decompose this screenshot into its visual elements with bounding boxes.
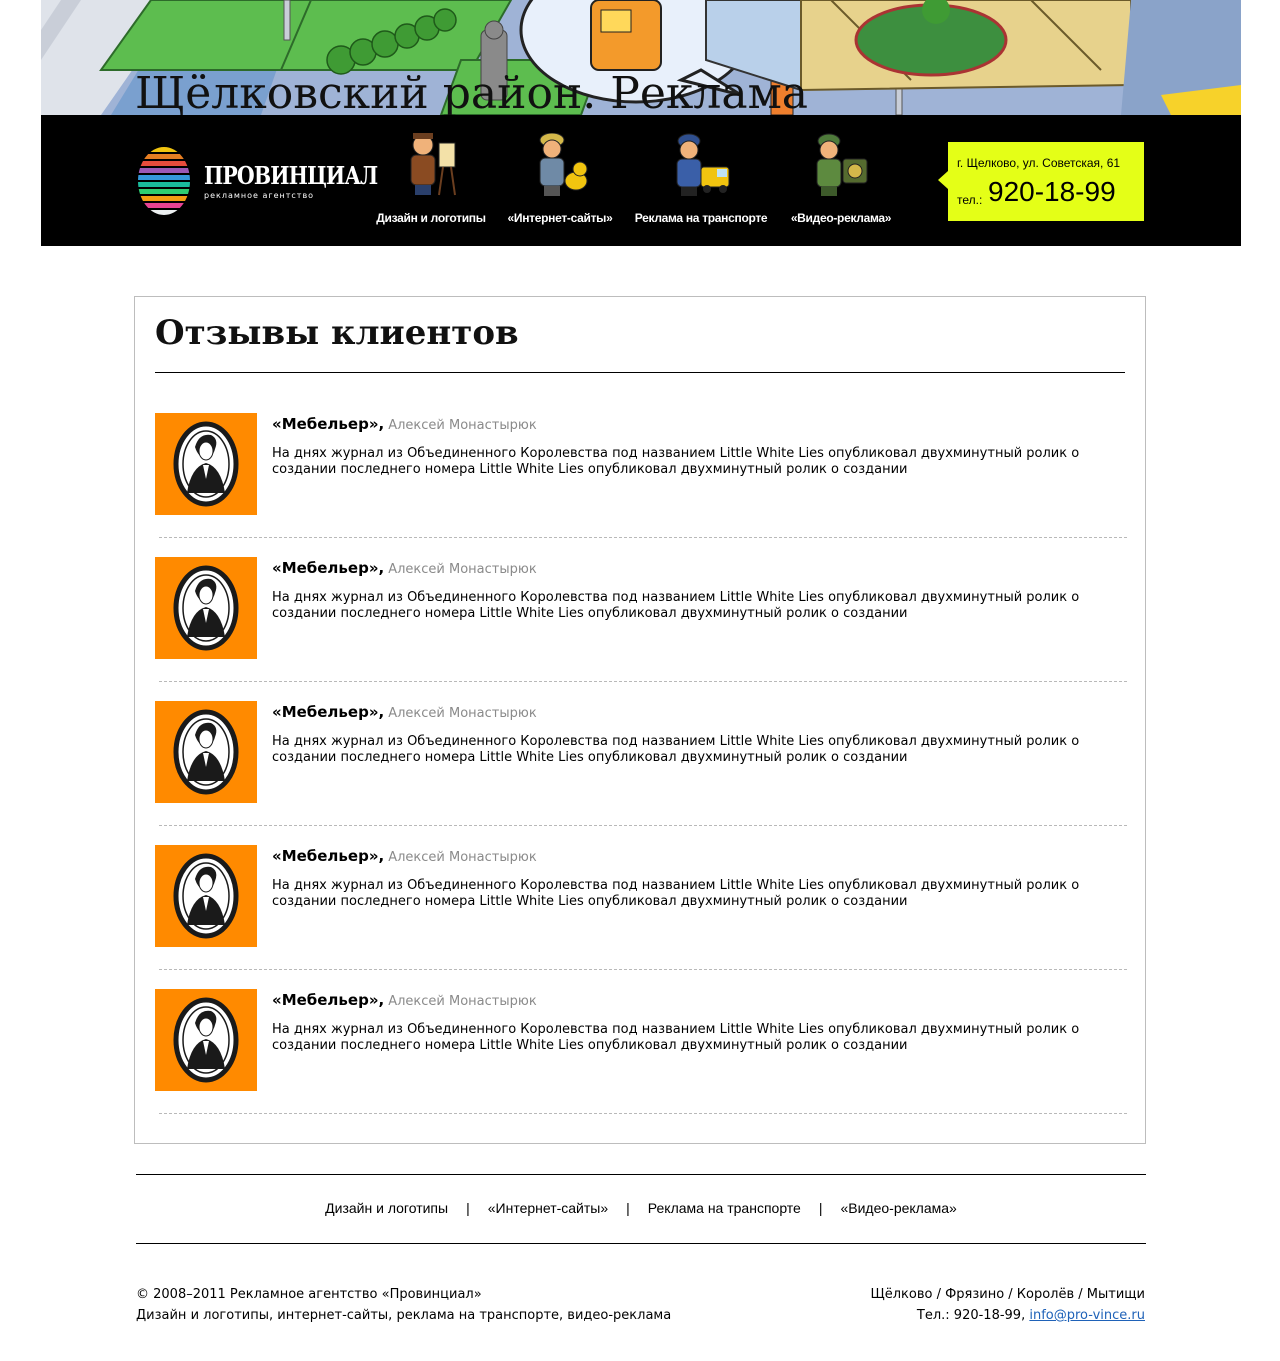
review-text: На днях журнал из Объединенного Королевс… xyxy=(272,446,1080,477)
footer-phone: Тел.: 920-18-99, xyxy=(916,1308,1026,1323)
page-title: Отзывы клиентов xyxy=(155,313,519,353)
nav-item-video[interactable]: «Видео-реклама» xyxy=(766,133,916,233)
footer-link-design[interactable]: Дизайн и логотипы xyxy=(325,1200,448,1216)
review-header: «Мебельер», Алексей Монастырюк xyxy=(272,414,537,433)
cities-text: Щёлково / Фрязино / Королёв / Мытищи xyxy=(870,1287,1145,1302)
services-text: Дизайн и логотипы, интернет-сайты, рекла… xyxy=(136,1308,672,1323)
review-separator xyxy=(159,969,1127,970)
footer-nav-separator: | xyxy=(626,1200,630,1216)
logo-subtitle: рекламное агентство xyxy=(204,191,315,200)
contact-phone[interactable]: 920-18-99 xyxy=(988,176,1116,208)
review-item: «Мебельер», Алексей Монастырюк На днях жу… xyxy=(155,557,1127,701)
review-company: «Мебельер», xyxy=(272,847,385,865)
review-separator xyxy=(159,825,1127,826)
client-portrait-icon xyxy=(173,997,239,1083)
review-company: «Мебельер», xyxy=(272,415,385,433)
footer-nav-separator: | xyxy=(818,1200,823,1216)
review-text: На днях журнал из Объединенного Королевс… xyxy=(272,590,1080,621)
builder-with-dog-figure-icon xyxy=(539,133,588,196)
reviews-panel: Отзывы клиентов «Мебельер», Алексей Монас… xyxy=(134,296,1146,1144)
review-author: Алексей Монастырюк xyxy=(388,994,537,1009)
footer-email-link[interactable]: info@pro-vince.ru xyxy=(1029,1308,1145,1323)
logo-wordmark: ПРОВИНЦИАЛ xyxy=(204,161,378,190)
review-author: Алексей Монастырюк xyxy=(388,706,537,721)
footer-link-transport[interactable]: Реклама на транспорте xyxy=(648,1200,801,1216)
title-divider xyxy=(155,372,1125,373)
client-portrait-icon xyxy=(173,709,239,795)
footer-contact-line: Тел.: 920-18-99, info@pro-vince.ru xyxy=(870,1305,1145,1326)
header-banner: Щёлковский район. Реклама xyxy=(41,0,1241,115)
striped-egg-logo-icon xyxy=(138,147,190,215)
footer-bottom-rule xyxy=(136,1243,1146,1244)
review-item: «Мебельер», Алексей Монастырюк На днях жу… xyxy=(155,845,1127,989)
client-portrait-icon xyxy=(173,565,239,651)
contact-box: г. Щелково, ул. Советская, 61 тел.: 920-… xyxy=(938,142,1144,221)
review-header: «Мебельер», Алексей Монастырюк xyxy=(272,558,537,577)
review-separator xyxy=(159,681,1127,682)
driver-with-truck-figure-icon xyxy=(676,133,730,196)
nav-label: «Видео-реклама» xyxy=(790,211,892,225)
review-header: «Мебельер», Алексей Монастырюк xyxy=(272,846,537,865)
review-company: «Мебельер», xyxy=(272,703,385,721)
agency-logo[interactable]: ПРОВИНЦИАЛ рекламное агентство xyxy=(138,143,378,215)
footer-contacts: Щёлково / Фрязино / Королёв / Мытищи Тел… xyxy=(870,1284,1145,1326)
review-header: «Мебельер», Алексей Монастырюк xyxy=(272,702,537,721)
review-separator xyxy=(159,537,1127,538)
banner-title: Щёлковский район. Реклама xyxy=(135,68,809,116)
review-text: На днях журнал из Объединенного Королевс… xyxy=(272,734,1080,765)
review-separator xyxy=(159,1113,1127,1114)
review-header: «Мебельер», Алексей Монастырюк xyxy=(272,990,537,1009)
footer-link-websites[interactable]: «Интернет-сайты» xyxy=(488,1200,608,1216)
nav-label: «Интернет-сайты» xyxy=(507,211,613,225)
footer-nav: Дизайн и логотипы | «Интернет-сайты» | Рекла… xyxy=(136,1200,1146,1216)
review-company: «Мебельер», xyxy=(272,991,385,1009)
copyright-text: © 2008–2011 Рекламное агентство «Провинц… xyxy=(136,1287,482,1302)
nav-item-transport[interactable]: Реклама на транспорте xyxy=(626,133,776,233)
review-author: Алексей Монастырюк xyxy=(388,562,537,577)
review-item: «Мебельер», Алексей Монастырюк На днях жу… xyxy=(155,701,1127,845)
nav-item-websites[interactable]: «Интернет-сайты» xyxy=(485,133,635,233)
client-portrait-icon xyxy=(173,853,239,939)
client-photo xyxy=(155,701,257,803)
soldier-with-camera-figure-icon xyxy=(816,133,868,196)
review-item: «Мебельер», Алексей Монастырюк На днях жу… xyxy=(155,989,1127,1133)
client-photo xyxy=(155,413,257,515)
review-text: На днях журнал из Объединенного Королевс… xyxy=(272,1022,1080,1053)
review-text: На днях журнал из Объединенного Королевс… xyxy=(272,878,1080,909)
client-photo xyxy=(155,557,257,659)
review-author: Алексей Монастырюк xyxy=(388,850,537,865)
client-portrait-icon xyxy=(173,421,239,507)
client-photo xyxy=(155,989,257,1091)
footer-top-rule xyxy=(136,1174,1146,1175)
review-author: Алексей Монастырюк xyxy=(388,418,537,433)
site-header: ПРОВИНЦИАЛ рекламное агентство Дизайн и … xyxy=(41,115,1241,246)
review-company: «Мебельер», xyxy=(272,559,385,577)
footer-info: © 2008–2011 Рекламное агентство «Провинц… xyxy=(136,1284,671,1326)
contact-phone-label: тел.: xyxy=(957,193,983,207)
client-photo xyxy=(155,845,257,947)
nav-label: Дизайн и логотипы xyxy=(376,211,486,225)
nav-item-design[interactable]: Дизайн и логотипы xyxy=(356,133,506,233)
nav-label: Реклама на транспорте xyxy=(634,211,768,225)
contact-address: г. Щелково, ул. Советская, 61 xyxy=(957,156,1121,170)
footer-link-video[interactable]: «Видео-реклама» xyxy=(840,1200,956,1216)
footer-nav-separator: | xyxy=(466,1200,470,1216)
painter-figure-icon xyxy=(410,133,456,196)
review-item: «Мебельер», Алексей Монастырюк На днях жу… xyxy=(155,413,1127,557)
